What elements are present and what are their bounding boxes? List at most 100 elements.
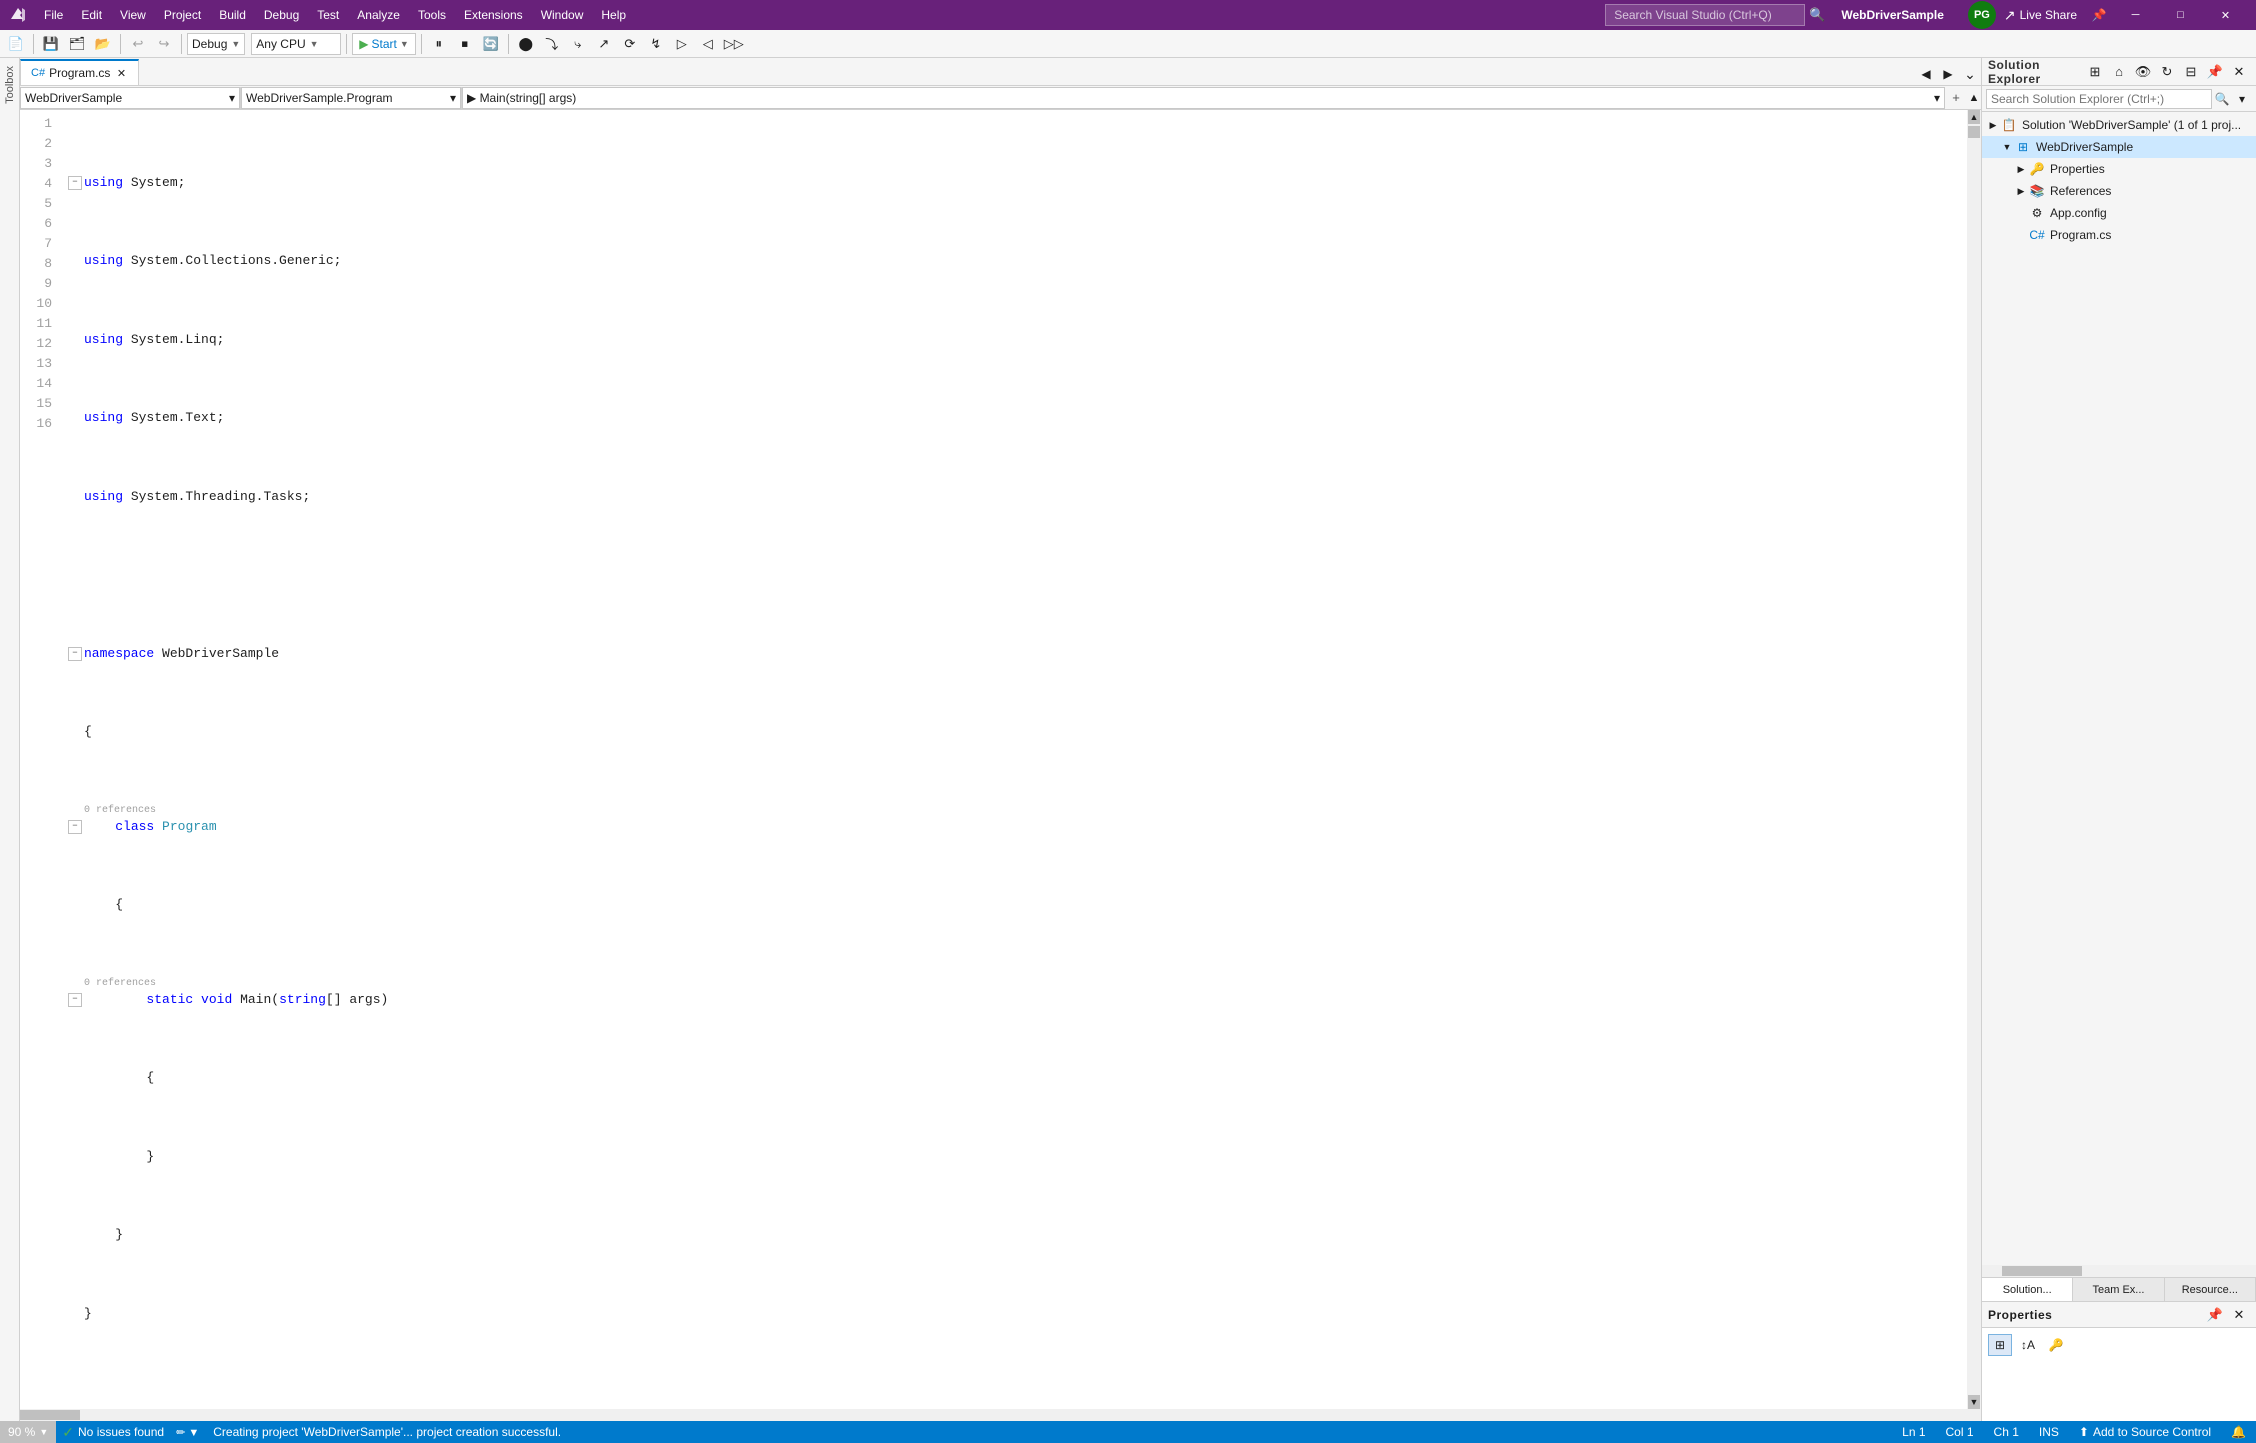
props-pin-button[interactable]: 📌 — [2204, 1304, 2226, 1326]
props-properties-button[interactable]: 🔑 — [2044, 1334, 2068, 1356]
new-project-button[interactable]: 📄 — [4, 33, 28, 55]
nav-up-button[interactable]: ▲ — [1967, 87, 1981, 109]
collapse-1[interactable]: − — [68, 176, 82, 190]
scroll-down-arrow[interactable]: ▼ — [1968, 1395, 1980, 1409]
notification-icon[interactable]: 🔔 — [2221, 1421, 2256, 1443]
close-button[interactable]: ✕ — [2203, 0, 2248, 30]
props-alphabetical-button[interactable]: ↕A — [2016, 1334, 2040, 1356]
stop-button[interactable]: ⏹ — [453, 33, 477, 55]
hscroll-thumb[interactable] — [20, 1410, 80, 1420]
tree-item-solution[interactable]: ▶ 📋 Solution 'WebDriverSample' (1 of 1 p… — [1982, 114, 2256, 136]
undo-button[interactable]: ↩ — [126, 33, 150, 55]
ch-indicator[interactable]: Ch 1 — [1984, 1421, 2029, 1443]
search-icon[interactable]: 🔍 — [1809, 7, 1825, 23]
menu-analyze[interactable]: Analyze — [349, 4, 408, 26]
save-all-button[interactable]: 🗂 — [65, 33, 89, 55]
se-btn-home[interactable]: ⌂ — [2108, 61, 2130, 83]
menu-build[interactable]: Build — [211, 4, 254, 26]
start-button[interactable]: ▶ Start ▼ — [352, 33, 416, 55]
bkpt-button[interactable]: ⬤ — [514, 33, 538, 55]
scroll-up-arrow[interactable]: ▲ — [1968, 110, 1980, 124]
collapse-11[interactable]: − — [68, 993, 82, 1007]
open-button[interactable]: 📂 — [91, 33, 115, 55]
namespace-dropdown[interactable]: WebDriverSample ▾ — [20, 87, 240, 109]
menu-tools[interactable]: Tools — [410, 4, 454, 26]
se-btn-close[interactable]: ✕ — [2228, 61, 2250, 83]
debug-config-dropdown[interactable]: Debug ▼ — [187, 33, 245, 55]
step6-button[interactable]: ▷ — [670, 33, 694, 55]
se-hscrollbar[interactable] — [1982, 1265, 2256, 1277]
attach-button[interactable]: ⏸ — [427, 33, 451, 55]
menu-view[interactable]: View — [112, 4, 154, 26]
tree-item-references[interactable]: ▶ 📚 References — [1982, 180, 2256, 202]
references-label: References — [2050, 184, 2111, 198]
collapse-9[interactable]: − — [68, 820, 82, 834]
redo-button[interactable]: ↪ — [152, 33, 176, 55]
tree-item-programcs[interactable]: ▶ C# Program.cs — [1982, 224, 2256, 246]
step7-button[interactable]: ◁ — [696, 33, 720, 55]
se-tab-solution[interactable]: Solution... — [1982, 1278, 2073, 1301]
se-btn-properties[interactable]: ⊞ — [2084, 61, 2106, 83]
live-share-button[interactable]: ↗ Live Share — [1996, 7, 2085, 24]
se-search-button[interactable]: 🔍 — [2212, 89, 2232, 109]
editor-scroll-left[interactable]: ◀ — [1915, 63, 1937, 85]
menu-help[interactable]: Help — [593, 4, 634, 26]
scroll-thumb[interactable] — [1968, 126, 1980, 138]
pin-button[interactable]: 📌 — [2085, 1, 2113, 29]
menu-project[interactable]: Project — [156, 4, 209, 26]
namespace-arrow: ▾ — [229, 91, 235, 105]
toolbox-panel[interactable]: Toolbox — [0, 58, 20, 1421]
menu-debug[interactable]: Debug — [256, 4, 307, 26]
menu-extensions[interactable]: Extensions — [456, 4, 531, 26]
tree-item-properties[interactable]: ▶ 🔑 Properties — [1982, 158, 2256, 180]
save-button[interactable]: 💾 — [39, 33, 63, 55]
tab-close-button[interactable]: ✕ — [114, 66, 128, 80]
editor-tab-programcs[interactable]: C# Program.cs ✕ — [20, 59, 139, 85]
se-btn-show-all[interactable]: 👁 — [2132, 61, 2154, 83]
global-search-input[interactable] — [1605, 4, 1805, 26]
maximize-button[interactable]: □ — [2158, 0, 2203, 30]
menu-file[interactable]: File — [36, 4, 71, 26]
user-avatar[interactable]: PG — [1968, 1, 1996, 29]
step5-button[interactable]: ↯ — [644, 33, 668, 55]
editor-hscrollbar[interactable] — [20, 1409, 1981, 1421]
method-dropdown[interactable]: ▶ Main(string[] args) ▾ — [462, 87, 1945, 109]
props-close-button[interactable]: ✕ — [2228, 1304, 2250, 1326]
ins-indicator[interactable]: INS — [2029, 1421, 2069, 1443]
se-search-options[interactable]: ▾ — [2232, 89, 2252, 109]
se-hscroll-thumb[interactable] — [2002, 1266, 2082, 1276]
se-tab-resource[interactable]: Resource... — [2165, 1278, 2256, 1301]
editor-scroll-right[interactable]: ▶ — [1937, 63, 1959, 85]
split-editor-button[interactable]: + — [1945, 87, 1967, 109]
menu-window[interactable]: Window — [533, 4, 592, 26]
cpu-dropdown[interactable]: Any CPU ▼ — [251, 33, 341, 55]
restart-button[interactable]: 🔄 — [479, 33, 503, 55]
col-indicator[interactable]: Col 1 — [1936, 1421, 1984, 1443]
step3-button[interactable]: ↗ — [592, 33, 616, 55]
menu-edit[interactable]: Edit — [73, 4, 110, 26]
step8-button[interactable]: ▷▷ — [722, 33, 746, 55]
se-btn-collapse[interactable]: ⊟ — [2180, 61, 2202, 83]
code-content[interactable]: − using System; using System.Collections… — [60, 110, 1967, 1409]
ln-indicator[interactable]: Ln 1 — [1892, 1421, 1935, 1443]
minimize-button[interactable]: ─ — [2113, 0, 2158, 30]
editor-vscrollbar[interactable]: ▲ ▼ — [1967, 110, 1981, 1409]
se-btn-pin[interactable]: 📌 — [2204, 61, 2226, 83]
se-search-input[interactable] — [1986, 89, 2212, 109]
code-editor[interactable]: 1 2 3 4 5 6 7 8 9 10 11 12 13 14 15 16 — [20, 110, 1967, 1409]
tree-item-appconfig[interactable]: ▶ ⚙ App.config — [1982, 202, 2256, 224]
zoom-arrow[interactable]: ▼ — [39, 1427, 48, 1437]
props-categorized-button[interactable]: ⊞ — [1988, 1334, 2012, 1356]
se-tab-teamex[interactable]: Team Ex... — [2073, 1278, 2164, 1301]
class-dropdown[interactable]: WebDriverSample.Program ▾ — [241, 87, 461, 109]
tree-item-project[interactable]: ▼ ⊞ WebDriverSample — [1982, 136, 2256, 158]
editor-dropdown[interactable]: ⌄ — [1959, 63, 1981, 85]
step-button[interactable]: ⤵ — [540, 33, 564, 55]
issues-icon: ✓ — [62, 1424, 74, 1441]
step2-button[interactable]: ⤷ — [566, 33, 590, 55]
step4-button[interactable]: ⟳ — [618, 33, 642, 55]
collapse-7[interactable]: − — [68, 647, 82, 661]
source-control-button[interactable]: ⬆ Add to Source Control — [2069, 1421, 2221, 1443]
se-btn-refresh[interactable]: ↻ — [2156, 61, 2178, 83]
menu-test[interactable]: Test — [309, 4, 347, 26]
